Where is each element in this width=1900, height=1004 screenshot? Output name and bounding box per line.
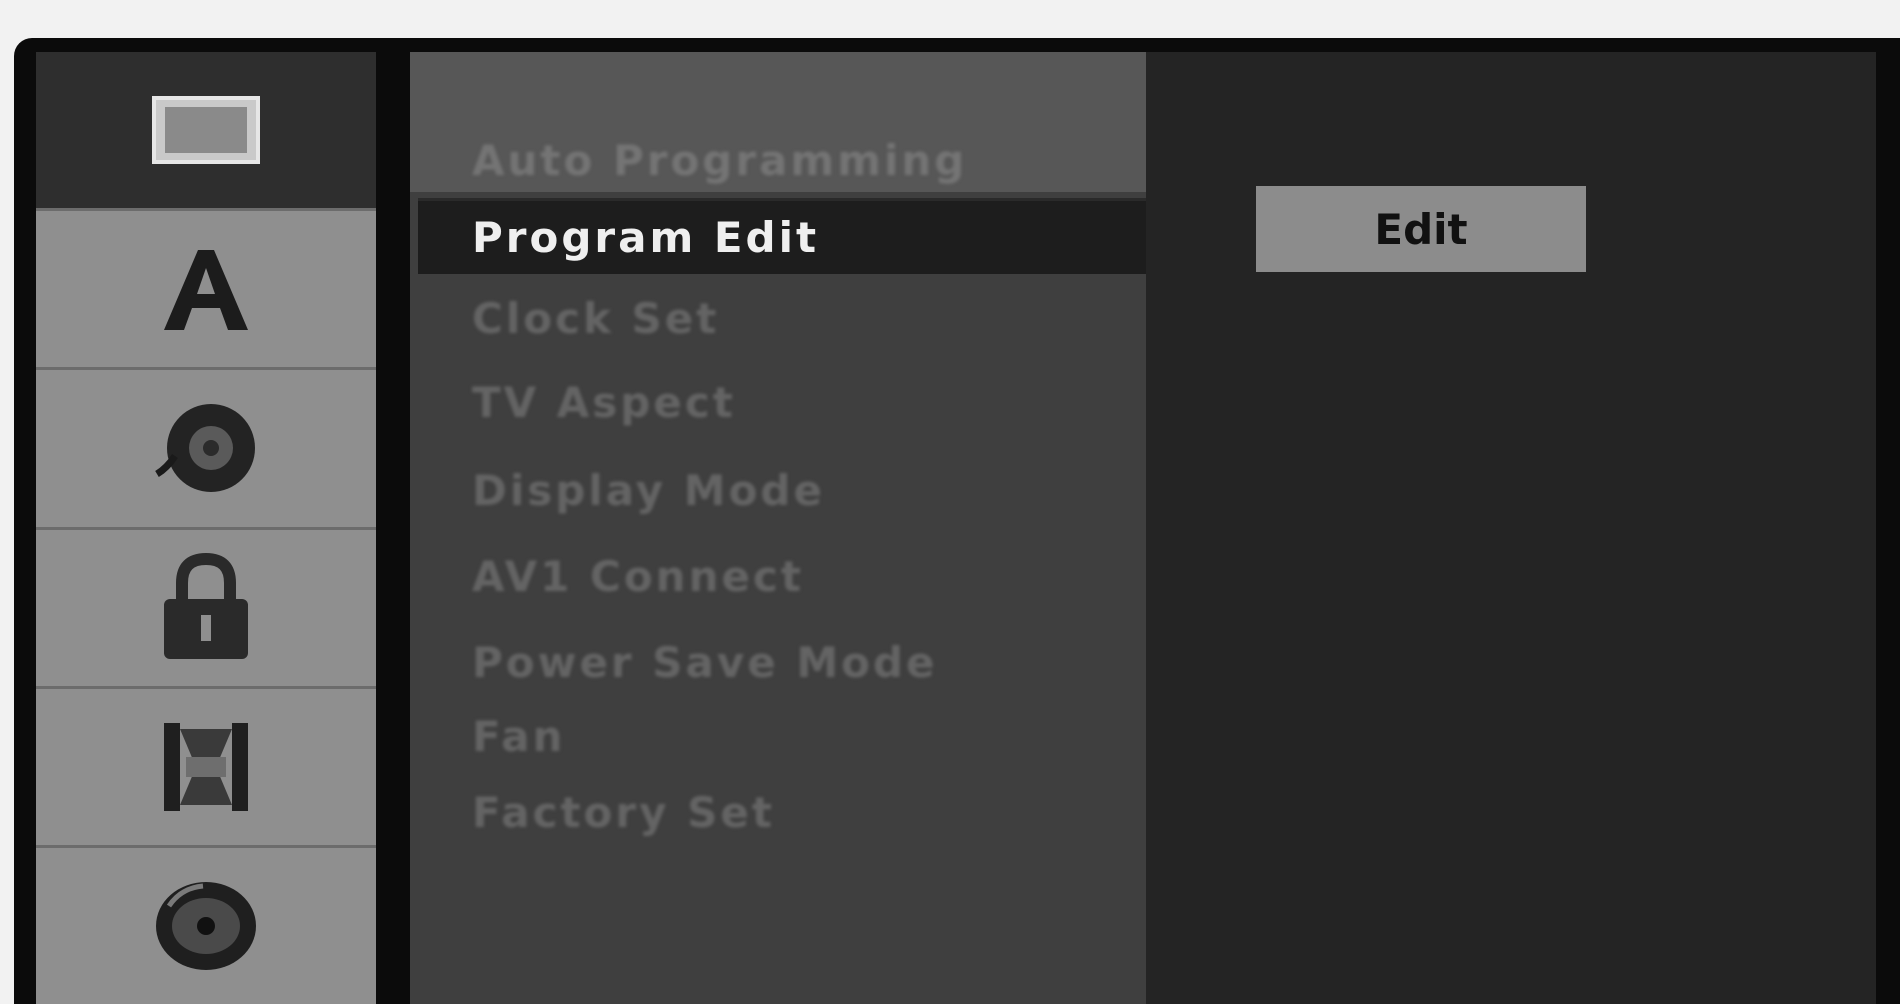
audio-icon — [155, 404, 255, 493]
sidebar-item-disc[interactable] — [36, 848, 376, 1004]
menu-item-display-mode[interactable]: Display Mode — [418, 452, 1146, 528]
menu-item-heading[interactable]: Auto Programming — [418, 122, 1146, 198]
menu-item-factory-set[interactable]: Factory Set — [418, 774, 1146, 850]
menu-item-program-edit[interactable]: Program Edit — [418, 198, 1146, 274]
lock-icon — [164, 552, 248, 659]
sidebar-item-language[interactable] — [36, 211, 376, 371]
sidebar-item-lock[interactable] — [36, 530, 376, 689]
options-panel: Edit — [1146, 52, 1876, 1004]
menu-item-tv-aspect[interactable]: TV Aspect — [418, 364, 1146, 440]
recording-icon — [164, 722, 248, 811]
menu-item-fan[interactable]: Fan — [418, 698, 1146, 774]
sidebar-item-general[interactable] — [36, 52, 376, 212]
disc-icon — [156, 881, 256, 970]
edit-button[interactable]: Edit — [1256, 186, 1586, 272]
menu-item-av1-connect[interactable]: AV1 Connect — [418, 538, 1146, 614]
display-icon — [152, 96, 260, 165]
language-icon — [164, 250, 248, 331]
menu-item-clock-set[interactable]: Clock Set — [418, 280, 1146, 356]
settings-menu: Auto Programming Program Edit Clock Set … — [410, 52, 1146, 1004]
menu-item-power-save-mode[interactable]: Power Save Mode — [418, 624, 1146, 700]
sidebar-item-recording[interactable] — [36, 689, 376, 848]
category-sidebar — [36, 52, 376, 1004]
sidebar-item-audio[interactable] — [36, 370, 376, 530]
